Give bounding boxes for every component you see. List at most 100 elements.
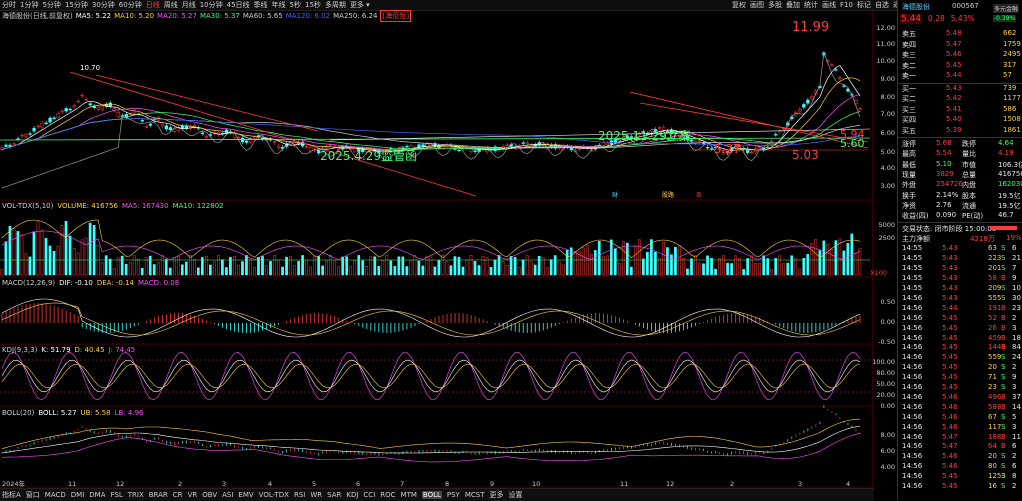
tick-side: S [1001,373,1006,382]
volume-bar [221,259,224,276]
tick-side: S [1001,293,1006,302]
indicator-tab[interactable]: CCI [363,491,375,499]
tick-count: 30 [1012,293,1021,302]
volume-bar [794,258,798,276]
quote-row: 14:56 5.45 20 S 2 [900,363,1021,372]
tool-button[interactable]: 自选 [875,0,889,10]
indicator-tab[interactable]: OBV [202,491,217,499]
indicator-tab[interactable]: PSY [447,491,460,499]
volume-bar [100,262,104,276]
indicator-tab[interactable]: MCST [465,491,485,499]
tick-side: B [1001,343,1006,352]
tick-count: 9 [1012,274,1017,283]
tick-side: S [1001,363,1006,372]
x-tick: 4 [268,480,272,488]
volume-bar [24,253,28,276]
volume-bar [626,242,629,276]
bid-label: 买三 [902,105,916,114]
indicator-tab[interactable]: EMV [238,491,253,499]
indicator-tab[interactable]: 更多 [490,490,504,500]
badge-gulu[interactable]: 股路 [662,190,674,199]
indicator-tab[interactable]: 窗口 [26,490,40,500]
tick-volume: 209 [988,284,1002,292]
annotation-peak-left: 10.70 [80,64,101,72]
indicator-tab[interactable]: BRAR [149,491,168,499]
indicator-tab[interactable]: ROC [380,491,395,499]
vol-tick: 5000 [878,221,895,229]
badge-cai[interactable]: 财 [612,190,618,199]
candle-body [842,85,846,87]
stat-label: 跌停 [962,140,976,148]
volume-bar [369,256,373,276]
tick-volume: 191 [988,303,1002,312]
tick-price: 5.44 [942,303,958,312]
indicator-tab[interactable]: FSL [111,491,123,499]
volume-bar [413,255,417,276]
volume-bar [261,256,264,276]
quote-row: 涨停 5.68 跌停 4.64 [900,139,1021,148]
ask-price: 5.47 [946,39,962,48]
tick-price: 5.45 [942,353,958,362]
indicator-tab[interactable]: VR [188,491,198,499]
boll-tick: 4.00 [880,463,895,471]
indicator-tab[interactable]: RSI [294,491,305,499]
volume-bar [321,265,324,276]
bid-label: 买四 [902,116,916,124]
indicator-tab[interactable]: WR [310,491,322,499]
quote-row: 14:56 5.45 23 S 3 [900,383,1021,392]
volume-bar [104,255,108,276]
tick-count: 23 [1012,303,1021,312]
indicator-tab[interactable]: DMA [89,491,105,499]
candle-body [76,100,80,103]
indicator-tab[interactable]: KDJ [346,491,358,499]
tick-volume: 459 [988,333,1002,342]
indicator-tab[interactable]: MTM [401,491,417,499]
indicator-tab[interactable]: ASI [222,491,233,499]
volume-bar [249,259,252,276]
sector-tag[interactable]: 多元金融 [993,4,1020,13]
annotation-p3: 5.27 [714,142,741,156]
candle-body [858,108,862,110]
indicator-tab[interactable]: MACD [45,491,66,499]
volume-bar [778,255,782,276]
macd_panel-value: MACD: 0.08 [138,278,180,287]
indicator-tabs: 指标A 窗口 MACD DMI DMA FSL TRIX BRAR CR VR OBV ASI EMV V… [0,488,874,501]
tick-time: 14:55 [902,274,923,283]
indicator-tab[interactable]: CR [173,491,183,499]
tick-time: 14:56 [902,343,923,352]
tick-time: 14:56 [902,303,923,312]
indicator-tab[interactable]: SAR [327,491,341,499]
tick-side: S [1001,422,1006,431]
tick-side: S [1001,452,1006,461]
quote-row: 14:56 5.43 555 S 30 [900,294,1021,303]
price-tick: 12.00 [876,24,895,32]
volume-bar [565,249,569,276]
boll-tick: 8.00 [880,431,895,439]
indicator-tab[interactable]: 设置 [509,490,523,500]
candle-body [160,124,165,127]
volume-bar [188,255,192,276]
indicator-tab[interactable]: VOL-TDX [259,491,289,499]
indicator-tab[interactable]: BOLL [421,491,442,499]
candle-body [802,104,806,108]
volume-bar [421,265,425,276]
volume-bar [124,264,128,276]
candle-body [453,148,457,150]
stat-label: 股本 [962,191,976,200]
price-tick: 5.00 [880,148,895,156]
quote-row: 14:56 5.47 188 B 11 [900,433,1021,442]
volume-bar [545,267,549,276]
volume-bar [493,259,497,276]
bid-price: 5.43 [946,83,962,92]
volume-bar [698,262,701,276]
candle-body [4,144,8,147]
indicator-tab[interactable]: DMI [71,491,85,499]
volume-bar [826,243,830,276]
indicator-tab[interactable]: 指标A [2,490,21,500]
volume-bar [289,256,292,276]
indicator-tab[interactable]: TRIX [128,491,144,499]
badge-tiao[interactable]: 条 [696,190,702,199]
candle-body [240,137,245,143]
compare-line [1,51,861,189]
annotation-event2: 2025.11.29立案 [598,129,691,143]
